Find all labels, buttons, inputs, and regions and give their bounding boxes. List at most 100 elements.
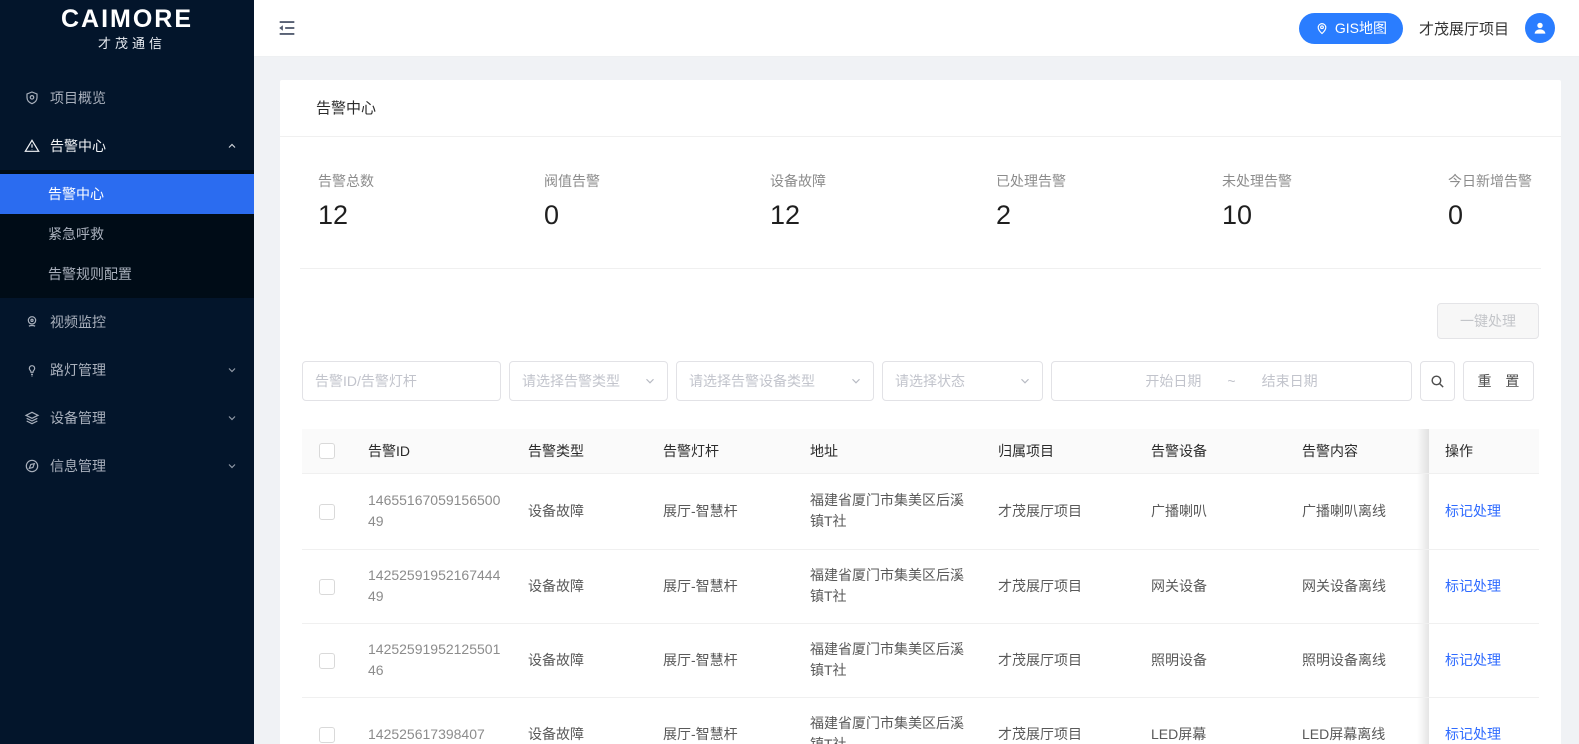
mark-processed-link[interactable]: 标记处理	[1445, 652, 1501, 668]
sidebar-menu: 项目概览 告警中心 告警中心 紧急呼救 告警规则配置 视频监控 路灯管理 设备管…	[0, 74, 254, 490]
brand-logo-text: CAIMORE	[60, 5, 194, 33]
col-header-actions: 操作	[1417, 429, 1539, 474]
project-cell: 才茂展厅项目	[982, 623, 1135, 698]
table-row: 1465516705915650049 设备故障 展厅-智慧杆 福建省厦门市集美…	[302, 473, 1539, 550]
alarm-type-select[interactable]: 请选择告警类型	[509, 361, 668, 401]
project-cell: 才茂展厅项目	[982, 549, 1135, 624]
col-header-address: 地址	[794, 429, 982, 474]
alarm-type-cell: 设备故障	[512, 473, 647, 550]
sidebar-subitem-alarm-center[interactable]: 告警中心	[0, 174, 254, 214]
chevron-down-icon	[228, 464, 236, 469]
stat-device-faults: 设备故障 12	[770, 173, 826, 230]
alarm-device-cell: 广播喇叭	[1135, 473, 1286, 550]
alarm-content-cell: LED屏幕离线	[1286, 697, 1429, 744]
sidebar-item-device-mgmt[interactable]: 设备管理	[0, 394, 254, 442]
stat-processed-alarms: 已处理告警 2	[996, 173, 1066, 230]
search-button[interactable]	[1420, 361, 1455, 401]
mark-processed-link[interactable]: 标记处理	[1445, 726, 1501, 742]
alarm-center-submenu: 告警中心 紧急呼救 告警规则配置	[0, 170, 254, 298]
mark-processed-link[interactable]: 标记处理	[1445, 503, 1501, 519]
main-area: GIS地图 才茂展厅项目 告警中心 告警总数 12 阀值告警 0 设备故障 12…	[254, 0, 1579, 744]
chevron-down-icon	[1021, 378, 1029, 384]
address-cell: 福建省厦门市集美区后溪镇T社	[794, 549, 982, 624]
current-project-label: 才茂展厅项目	[1418, 20, 1509, 38]
chevron-down-icon	[228, 368, 236, 373]
address-cell: 福建省厦门市集美区后溪镇T社	[794, 623, 982, 698]
stat-threshold-alarms: 阀值告警 0	[544, 173, 600, 230]
project-cell: 才茂展厅项目	[982, 697, 1135, 744]
chevron-down-icon	[852, 378, 860, 384]
sidebar-item-info-mgmt[interactable]: 信息管理	[0, 442, 254, 490]
sidebar-item-project-overview[interactable]: 项目概览	[0, 74, 254, 122]
sidebar-item-video-monitor[interactable]: 视频监控	[0, 298, 254, 346]
alarm-id-cell: 1425259195216744449	[368, 567, 501, 604]
date-range-picker[interactable]: 开始日期 ~ 结束日期	[1051, 361, 1412, 401]
gis-map-button[interactable]: GIS地图	[1298, 12, 1403, 44]
page-title: 告警中心	[280, 80, 1561, 137]
select-all-checkbox[interactable]	[319, 443, 335, 460]
mark-processed-link[interactable]: 标记处理	[1445, 578, 1501, 594]
sidebar-item-label: 视频监控	[50, 314, 106, 330]
alarm-table: 告警ID 告警类型 告警灯杆 地址 归属项目 告警设备 告警内容 操作 1465…	[302, 429, 1539, 744]
search-icon	[1431, 374, 1444, 388]
batch-process-button[interactable]: 一键处理	[1437, 303, 1539, 339]
content-area: 告警中心 告警总数 12 阀值告警 0 设备故障 12 已处理告警 2 未处理告…	[254, 57, 1579, 744]
alarm-device-type-select[interactable]: 请选择告警设备类型	[676, 361, 874, 401]
table-row: 142525617398407 设备故障 展厅-智慧杆 福建省厦门市集美区后溪镇…	[302, 697, 1539, 744]
row-checkbox[interactable]	[319, 503, 335, 520]
col-header-alarm-type: 告警类型	[512, 429, 647, 474]
reset-button[interactable]: 重 置	[1463, 361, 1534, 401]
shield-icon	[24, 90, 40, 106]
alarm-pole-cell: 展厅-智慧杆	[647, 697, 794, 744]
col-header-alarm-pole: 告警灯杆	[647, 429, 794, 474]
alarm-content-cell: 网关设备离线	[1286, 549, 1429, 624]
alarm-device-cell: 照明设备	[1135, 623, 1286, 698]
table-toolbar: 一键处理	[302, 303, 1539, 339]
alarm-center-card: 告警中心 告警总数 12 阀值告警 0 设备故障 12 已处理告警 2 未处理告…	[280, 80, 1561, 744]
streetlight-icon	[24, 362, 40, 378]
sidebar-item-streetlight-mgmt[interactable]: 路灯管理	[0, 346, 254, 394]
sidebar-item-label: 路灯管理	[50, 362, 106, 378]
chevron-up-icon	[228, 143, 236, 148]
sidebar-item-label: 项目概览	[50, 90, 106, 106]
alarm-pole-cell: 展厅-智慧杆	[647, 473, 794, 550]
alarm-content-cell: 照明设备离线	[1286, 623, 1429, 698]
alarm-stats: 告警总数 12 阀值告警 0 设备故障 12 已处理告警 2 未处理告警 10 …	[280, 137, 1561, 268]
row-checkbox[interactable]	[319, 726, 335, 743]
map-pin-icon	[1317, 23, 1327, 35]
row-checkbox[interactable]	[319, 578, 335, 595]
alarm-type-cell: 设备故障	[512, 697, 647, 744]
stat-unprocessed-alarms: 未处理告警 10	[1222, 173, 1292, 230]
camera-icon	[24, 314, 40, 330]
stat-total-alarms: 告警总数 12	[318, 173, 374, 230]
table-row: 1425259195216744449 设备故障 展厅-智慧杆 福建省厦门市集美…	[302, 549, 1539, 624]
alarm-type-cell: 设备故障	[512, 549, 647, 624]
col-header-alarm-device: 告警设备	[1135, 429, 1286, 474]
warning-triangle-icon	[24, 138, 40, 154]
header-right: GIS地图 才茂展厅项目	[1298, 12, 1555, 44]
address-cell: 福建省厦门市集美区后溪镇T社	[794, 473, 982, 550]
alarm-keyword-input[interactable]	[302, 361, 501, 401]
address-cell: 福建省厦门市集美区后溪镇T社	[794, 697, 982, 744]
top-header: GIS地图 才茂展厅项目	[254, 0, 1579, 57]
sidebar-item-label: 告警中心	[50, 138, 106, 154]
sidebar-item-alarm-center-group[interactable]: 告警中心	[0, 122, 254, 170]
user-avatar[interactable]	[1525, 13, 1555, 43]
alarm-status-select[interactable]: 请选择状态	[882, 361, 1043, 401]
alarm-id-cell: 142525617398407	[368, 725, 485, 742]
row-checkbox[interactable]	[319, 652, 335, 669]
alarm-id-cell: 1465516705915650049	[368, 492, 501, 529]
sidebar-subitem-alarm-rule-config[interactable]: 告警规则配置	[0, 254, 254, 294]
filter-bar: 请选择告警类型 请选择告警设备类型 请选择状态 开始日期 ~ 结束日期	[302, 361, 1539, 401]
alarm-content-cell: 广播喇叭离线	[1286, 473, 1429, 550]
date-separator: ~	[1227, 373, 1236, 389]
menu-fold-icon[interactable]	[276, 17, 298, 39]
brand-logo-subtitle: 才茂通信	[97, 36, 166, 51]
compass-icon	[24, 458, 40, 474]
divider	[300, 268, 1541, 269]
layers-icon	[24, 410, 40, 426]
table-row: 1425259195212550146 设备故障 展厅-智慧杆 福建省厦门市集美…	[302, 623, 1539, 698]
alarm-pole-cell: 展厅-智慧杆	[647, 549, 794, 624]
col-header-project: 归属项目	[982, 429, 1135, 474]
sidebar-subitem-emergency-call[interactable]: 紧急呼救	[0, 214, 254, 254]
